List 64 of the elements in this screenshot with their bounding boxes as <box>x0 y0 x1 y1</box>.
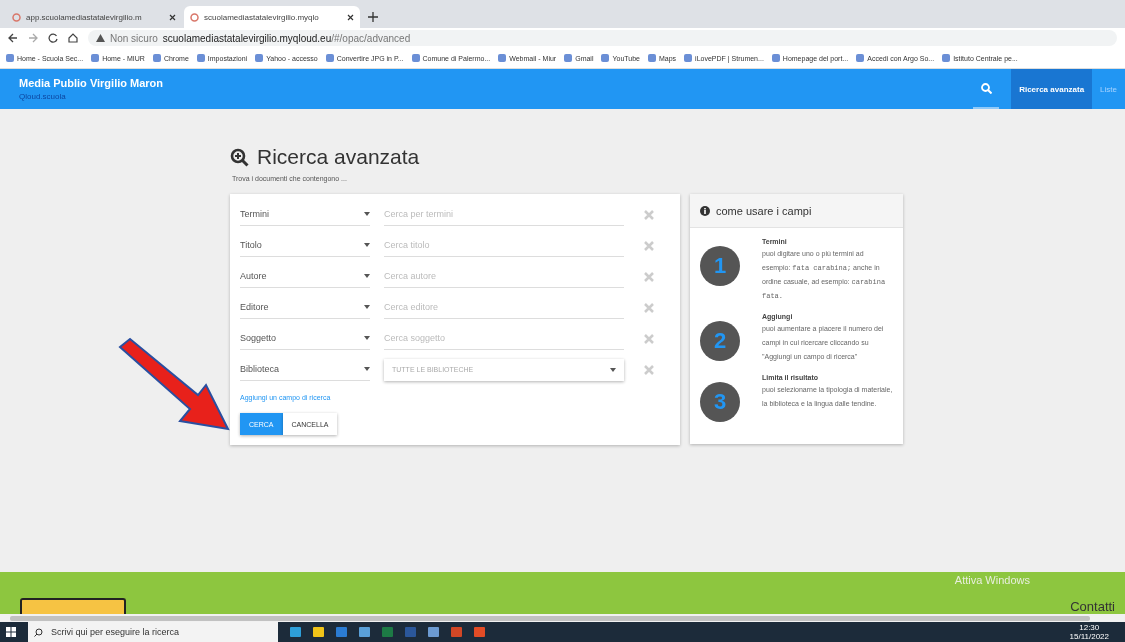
caret-icon <box>364 367 370 371</box>
step-number: 3 <box>700 382 740 422</box>
search-input[interactable]: Cerca per termini <box>384 203 624 226</box>
remove-icon[interactable] <box>644 364 654 375</box>
app-tile-icon[interactable] <box>336 627 347 637</box>
app-tile-icon[interactable] <box>359 627 370 637</box>
app-tile-icon[interactable] <box>405 627 416 637</box>
caret-icon <box>364 305 370 309</box>
remove-icon[interactable] <box>644 209 654 220</box>
search-input[interactable]: Cerca soggetto <box>384 327 624 350</box>
step-number: 2 <box>700 321 740 361</box>
forward-arrow-icon[interactable] <box>28 33 38 43</box>
app-tile-icon[interactable] <box>474 627 485 637</box>
contacts-heading: Contatti <box>1070 599 1115 614</box>
reload-icon[interactable] <box>48 33 58 43</box>
info-icon <box>700 205 710 216</box>
remove-icon[interactable] <box>644 271 654 282</box>
field-select[interactable]: Termini <box>240 203 370 226</box>
field-select[interactable]: Soggetto <box>240 327 370 350</box>
app-tile-icon[interactable] <box>382 627 393 637</box>
app-tile-icon[interactable] <box>428 627 439 637</box>
back-arrow-icon[interactable] <box>8 33 18 43</box>
nav-link[interactable]: Ricerca avanzata <box>1011 69 1093 109</box>
app-tile-icon[interactable] <box>451 627 462 637</box>
windows-icon[interactable] <box>6 627 16 637</box>
browser-tab[interactable]: app.scuolamediastatalevirgilio.m <box>6 6 182 28</box>
search-input[interactable]: Cerca titolo <box>384 234 624 257</box>
plus-icon[interactable] <box>368 12 378 22</box>
help-title: come usare i campi <box>716 204 812 217</box>
close-icon[interactable] <box>169 13 176 21</box>
page-title: Ricerca avanzata <box>257 145 420 169</box>
taskbar-search-field[interactable]: Scrivi qui per eseguire la ricerca <box>49 626 272 638</box>
caret-icon <box>610 367 616 372</box>
security-label: Non sicuro <box>110 32 158 44</box>
remove-icon[interactable] <box>644 333 654 344</box>
remove-icon[interactable] <box>644 240 654 251</box>
scrollbar-thumb[interactable] <box>10 615 1090 621</box>
remove-icon[interactable] <box>644 302 654 313</box>
browser-tab[interactable]: scuolamediastatalevirgilio.myqlo <box>184 6 360 28</box>
caret-icon <box>364 243 370 247</box>
search-input[interactable]: Cerca autore <box>384 265 624 288</box>
caret-icon <box>364 212 370 216</box>
site-subtitle: Qloud.scuola <box>19 92 67 101</box>
home-icon[interactable] <box>68 33 78 43</box>
zoom-in-icon <box>230 147 249 167</box>
field-select[interactable]: Autore <box>240 265 370 288</box>
address-bar[interactable]: Non sicuro scuolamediastatalevirgilio.myqloud.eu/#/opac/advanced <box>88 30 1117 46</box>
caret-icon <box>364 274 370 278</box>
activation-notice: Attiva Windows <box>954 574 1030 586</box>
field-select[interactable]: Biblioteca <box>240 358 370 381</box>
taskbar-clock[interactable]: 12:30 15/11/2022 <box>1069 623 1109 641</box>
caret-icon <box>364 336 370 340</box>
url-text: scuolamediastatalevirgilio.myqloud.eu/#/opac/advanced <box>162 32 411 44</box>
search-icon <box>980 82 992 94</box>
field-select[interactable]: Titolo <box>240 234 370 257</box>
app-tile-icon[interactable] <box>313 627 324 637</box>
taskbar-search-box[interactable]: Scrivi qui per eseguire la ricerca <box>28 622 278 642</box>
step-number: 1 <box>700 246 740 286</box>
search-icon <box>34 627 43 637</box>
app-tile-icon[interactable] <box>290 627 301 637</box>
field-select[interactable]: Editore <box>240 296 370 319</box>
warning-icon <box>96 34 105 42</box>
search-input[interactable]: Cerca editore <box>384 296 624 319</box>
close-icon[interactable] <box>347 13 354 21</box>
